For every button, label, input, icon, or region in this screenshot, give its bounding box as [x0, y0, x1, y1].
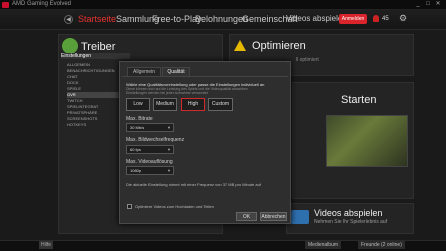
preset-low-button[interactable]: Low [126, 98, 150, 111]
bitrate-label: Max. Bitrate [126, 116, 153, 122]
videos-title[interactable]: Videos abspielen [314, 208, 382, 218]
preset-medium-button[interactable]: Medium [153, 98, 177, 111]
optimieren-title: Optimieren [252, 40, 306, 52]
chevron-down-icon: ▼ [167, 168, 171, 173]
chevron-down-icon: ▼ [167, 147, 171, 152]
preset-custom-button[interactable]: Custom [208, 98, 233, 111]
app-window: AMD Gaming Evolved _ □ ✕ ◀ Startseite Sa… [0, 0, 446, 251]
friends-button[interactable]: Freunde (2 online) [358, 241, 405, 249]
login-button[interactable]: Anmelden [339, 14, 367, 24]
notification-icon[interactable] [373, 15, 379, 22]
bitrate-value: 30 Mb/s [130, 125, 145, 130]
starten-title: Starten [341, 94, 377, 106]
optimize-checkbox[interactable] [127, 204, 132, 209]
bitrate-select[interactable]: 30 Mb/s ▼ [126, 123, 174, 132]
resolution-value: 1080p [130, 168, 142, 173]
settings-header: Einstellungen [61, 53, 130, 59]
notification-count: 45 [382, 16, 389, 22]
back-icon[interactable]: ◀ [64, 15, 73, 24]
bitrate-info: Die aktuelle Einstellung nimmt mit einer… [126, 182, 261, 187]
nav-videos-abspielen[interactable]: Videos abspielen [286, 14, 347, 23]
framerate-select[interactable]: 60 fps ▼ [126, 145, 174, 154]
cancel-button[interactable]: Abbrechen [260, 212, 287, 221]
media-album-button[interactable]: Medienalbum [305, 241, 342, 249]
maximize-button[interactable]: □ [424, 1, 432, 8]
preset-high-button[interactable]: High [181, 98, 205, 111]
settings-item-hotkeys[interactable]: HOTKEYS [67, 122, 125, 128]
nav-startseite[interactable]: Startseite [78, 14, 116, 24]
nav-belohnungen[interactable]: Belohnungen [195, 14, 248, 24]
gear-icon[interactable]: ⚙ [399, 14, 408, 23]
warning-icon [234, 40, 246, 51]
framerate-label: Max. Bildwechselfrequenz [126, 137, 185, 143]
chevron-down-icon: ▼ [167, 125, 171, 130]
driver-icon [62, 38, 78, 54]
resolution-label: Max. Videoauflösung [126, 159, 173, 165]
video-icon [291, 210, 309, 224]
videos-subtitle: Nehmen Sie Ihr Spielerlebnis auf [314, 219, 388, 225]
resolution-select[interactable]: 1080p ▼ [126, 166, 174, 175]
optimize-checkbox-label: Optimiere Videos zum Hochladen und Teile… [135, 204, 214, 209]
app-title: AMD Gaming Evolved [12, 1, 72, 7]
minimize-button[interactable]: _ [414, 1, 422, 8]
tab-divider [122, 76, 288, 77]
optimieren-subtitle: ll optimiert [296, 57, 319, 63]
game-thumbnail[interactable] [326, 115, 408, 167]
ok-button[interactable]: OK [236, 212, 257, 221]
close-button[interactable]: ✕ [434, 1, 442, 8]
help-button[interactable]: Hilfe [39, 241, 53, 249]
framerate-value: 60 fps [130, 147, 141, 152]
treiber-title: Treiber [81, 41, 116, 53]
amd-logo-icon [2, 2, 9, 8]
tab-qualitaet[interactable]: Qualität [162, 67, 190, 76]
tab-allgemein[interactable]: Allgemein [127, 67, 161, 76]
dialog-hint-2: Einstellungen werden bei jeder Aufnahme … [126, 91, 208, 95]
